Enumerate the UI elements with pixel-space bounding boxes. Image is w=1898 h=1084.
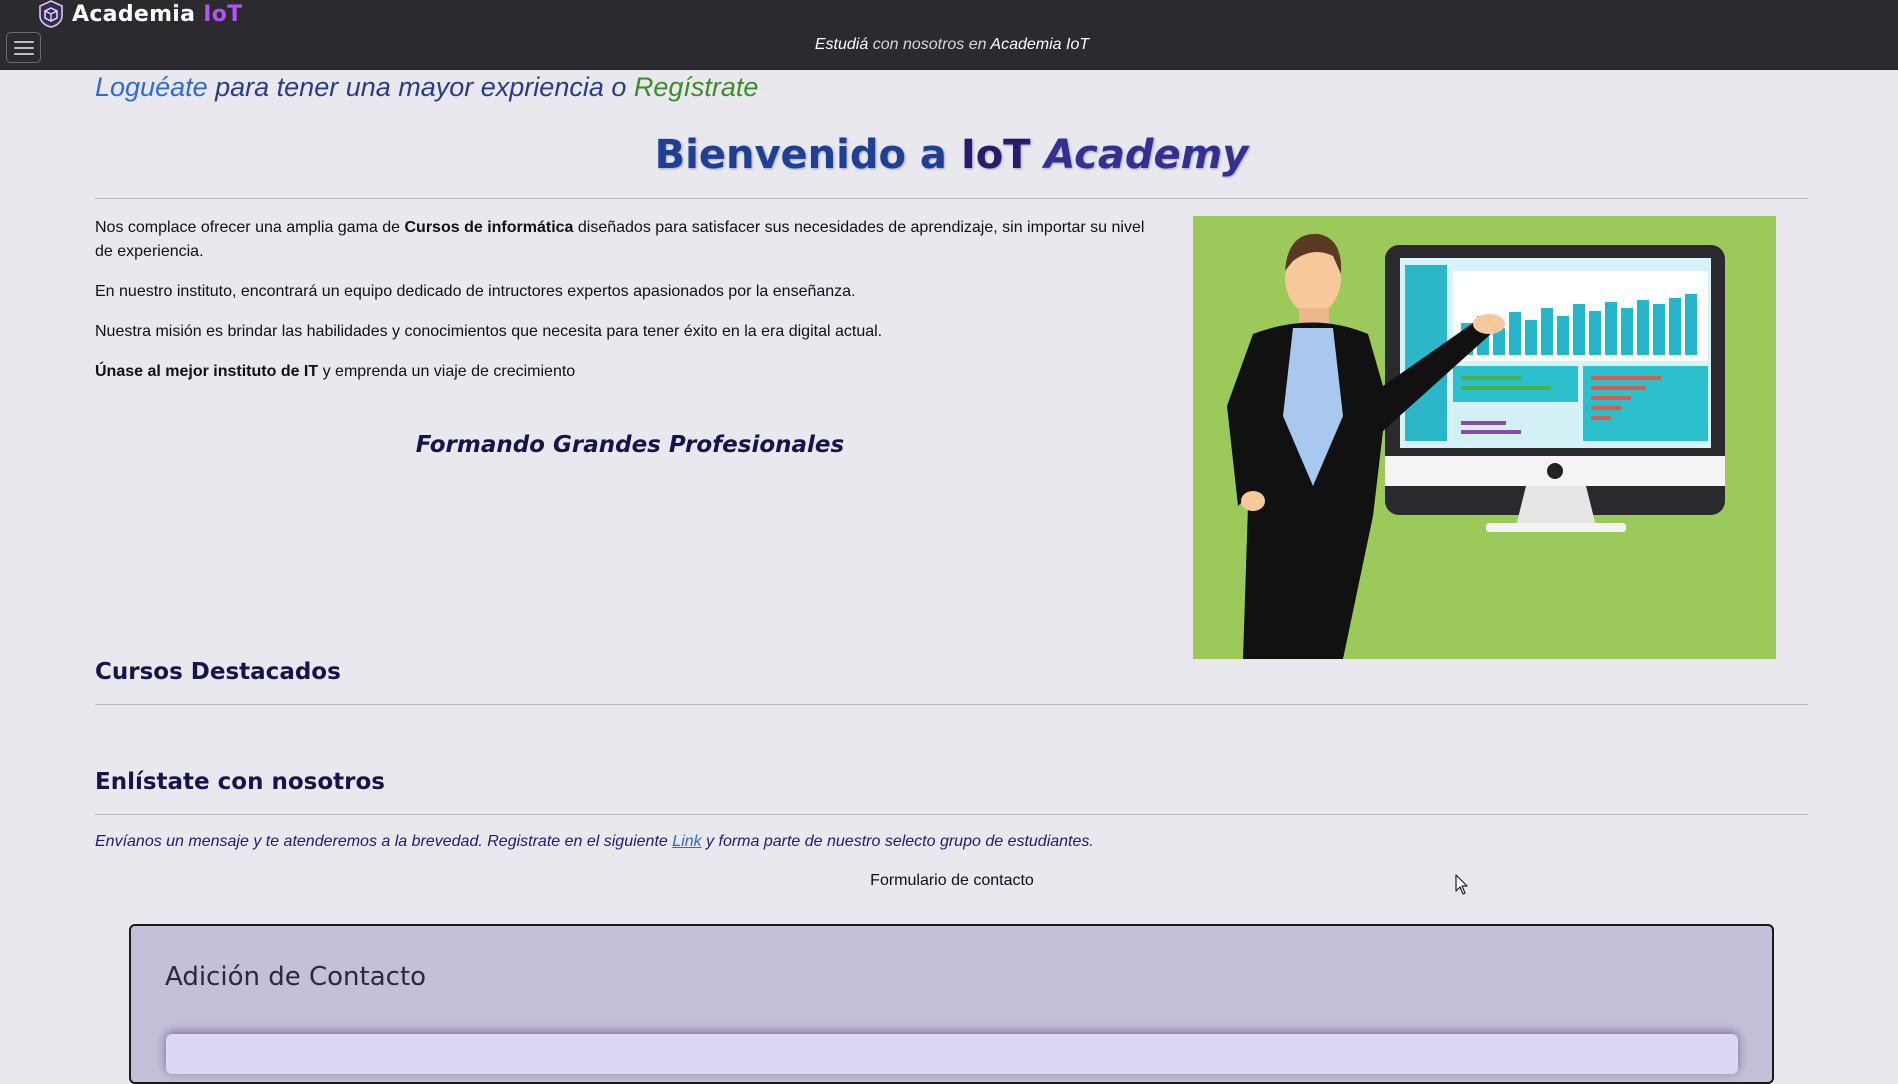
page-title: Bienvenido a IoT Academy xyxy=(654,132,1249,178)
intro-paragraph: Nuestra misión es brindar las habilidade… xyxy=(95,323,883,340)
register-link[interactable]: Regístrate xyxy=(634,72,759,102)
login-prompt-text: para tener una mayor expriencia o xyxy=(207,72,634,102)
login-prompt: Loguéate para tener una mayor expriencia… xyxy=(95,72,758,103)
brand[interactable]: Academia IoT xyxy=(38,0,242,28)
intro-paragraph: Únase al mejor instituto de IT y emprend… xyxy=(95,363,576,380)
login-link[interactable]: Loguéate xyxy=(95,72,208,102)
navbar-tagline: Estudiá con nosotros en Academia IoT xyxy=(814,36,1090,53)
register-link-inline[interactable]: Link xyxy=(672,833,701,850)
intro-text: Nos complace ofrecer una amplia gama de … xyxy=(95,216,1165,400)
intro-paragraph: Nos complace ofrecer una amplia gama de … xyxy=(95,219,1145,260)
mouse-cursor-icon xyxy=(1455,874,1468,895)
intro-paragraph: En nuestro instituto, encontrará un equi… xyxy=(95,283,856,300)
divider xyxy=(95,814,1808,815)
shield-cube-icon xyxy=(39,0,63,28)
brand-name-accent: IoT xyxy=(203,1,243,27)
top-navbar: Academia IoT Estudiá con nosotros en Aca… xyxy=(0,0,1898,70)
slogan: Formando Grandes Profesionales xyxy=(415,432,845,458)
featured-courses-title: Cursos Destacados xyxy=(95,659,341,685)
enlist-text: Envíanos un mensaje y te atenderemos a l… xyxy=(95,833,1094,850)
hero-illustration xyxy=(1193,216,1776,659)
enlist-title: Enlístate con nosotros xyxy=(95,769,385,795)
divider xyxy=(95,198,1808,199)
contact-form-panel[interactable] xyxy=(166,1034,1738,1074)
contact-form-title: Adición de Contacto xyxy=(165,962,427,992)
brand-name: Academia IoT xyxy=(72,1,243,27)
divider xyxy=(95,704,1808,705)
contact-form-caption: Formulario de contacto xyxy=(870,872,1034,889)
